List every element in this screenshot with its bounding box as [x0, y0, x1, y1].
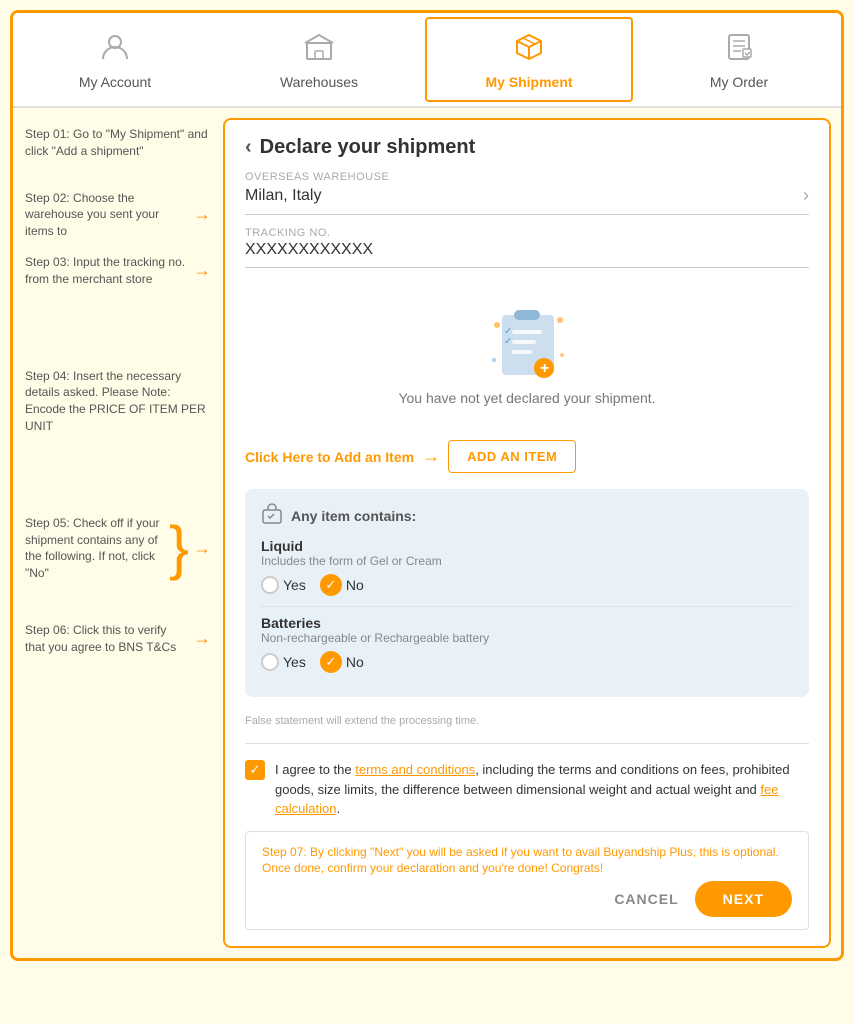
step05-text: Step 05: Check off if your shipment cont… — [25, 515, 165, 582]
tnc-row: ✓ I agree to the terms and conditions, i… — [245, 760, 809, 819]
step01-text: Step 01: Go to "My Shipment" and click "… — [25, 126, 211, 160]
items-contains-box: Any item contains: Liquid Includes the f… — [245, 489, 809, 697]
step01-block: Step 01: Go to "My Shipment" and click "… — [25, 126, 211, 160]
nav-warehouses-label: Warehouses — [280, 74, 358, 90]
batteries-radio-row: Yes ✓ No — [261, 651, 793, 673]
warehouse-icon — [303, 31, 335, 70]
outer-container: My Account Warehouses My Sh — [10, 10, 844, 961]
svg-text:+: + — [540, 360, 549, 377]
false-statement-text: False statement will extend the processi… — [245, 715, 809, 727]
tracking-label: TRACKING NO. — [245, 227, 809, 239]
batteries-no-label: No — [346, 654, 364, 670]
items-contains-header: Any item contains: — [261, 503, 793, 528]
step04-text: Step 04: Insert the necessary details as… — [25, 368, 211, 435]
step03-text: Step 03: Input the tracking no. from the… — [25, 254, 189, 288]
bottom-section: Step 07: By clicking "Next" you will be … — [245, 831, 809, 931]
nav-shipment-label: My Shipment — [485, 74, 572, 90]
content-panel: ‹ Declare your shipment OVERSEAS WAREHOU… — [223, 118, 831, 948]
step05-block: Step 05: Check off if your shipment cont… — [25, 515, 211, 582]
batteries-yes-option[interactable]: Yes — [261, 653, 306, 671]
main-body: Step 01: Go to "My Shipment" and click "… — [13, 108, 841, 958]
sidebar: Step 01: Go to "My Shipment" and click "… — [13, 118, 223, 948]
liquid-desc: Includes the form of Gel or Cream — [261, 554, 793, 568]
tnc-link1[interactable]: terms and conditions — [355, 762, 475, 777]
batteries-desc: Non-rechargeable or Rechargeable battery — [261, 631, 793, 645]
top-nav: My Account Warehouses My Sh — [13, 13, 841, 108]
arrow-step02: → — [193, 202, 211, 227]
add-item-button[interactable]: ADD AN ITEM — [448, 440, 576, 473]
arrow-step03: → — [193, 258, 211, 283]
add-item-hint-text: Click Here to Add an Item — [245, 449, 414, 465]
step07-text: Step 07: By clicking "Next" you will be … — [262, 844, 792, 878]
account-icon — [99, 31, 131, 70]
empty-state-text: You have not yet declared your shipment. — [398, 390, 655, 406]
warehouse-label: OVERSEAS WAREHOUSE — [245, 171, 809, 183]
batteries-label: Batteries — [261, 615, 793, 631]
contains-header-text: Any item contains: — [291, 508, 416, 524]
arrow-step06: → — [193, 626, 211, 651]
batteries-yes-radio[interactable] — [261, 653, 279, 671]
page-title: Declare your shipment — [260, 136, 476, 159]
step06-text: Step 06: Click this to verify that you a… — [25, 622, 189, 656]
shipment-icon — [513, 31, 545, 70]
batteries-no-option[interactable]: ✓ No — [320, 651, 364, 673]
step02-text: Step 02: Choose the warehouse you sent y… — [25, 190, 189, 240]
next-button[interactable]: NEXT — [695, 881, 792, 917]
tracking-value: XXXXXXXXXXXX — [245, 241, 373, 259]
tnc-text: I agree to the terms and conditions, inc… — [275, 760, 809, 819]
tnc-text1: I agree to the — [275, 762, 355, 777]
arrow-step05: → — [193, 536, 211, 561]
step02-block: Step 02: Choose the warehouse you sent y… — [25, 190, 211, 240]
liquid-no-check[interactable]: ✓ — [320, 574, 342, 596]
tracking-field[interactable]: TRACKING NO. XXXXXXXXXXXX — [245, 227, 809, 268]
divider-tnc — [245, 743, 809, 744]
nav-my-account[interactable]: My Account — [13, 13, 217, 106]
warehouse-value: Milan, Italy — [245, 187, 321, 205]
cancel-button[interactable]: CANCEL — [614, 891, 678, 907]
add-item-hint-row: Click Here to Add an Item → ADD AN ITEM — [245, 440, 809, 473]
nav-my-shipment[interactable]: My Shipment — [425, 17, 633, 102]
page-header: ‹ Declare your shipment — [245, 136, 809, 159]
divider-liquid-batteries — [261, 606, 793, 607]
arrow-add-item: → — [422, 446, 440, 467]
step06-block: Step 06: Click this to verify that you a… — [25, 622, 211, 656]
liquid-radio-row: Yes ✓ No — [261, 574, 793, 596]
empty-state: ✓ ✓ + You have not yet declared your shi… — [245, 280, 809, 428]
box-icon — [261, 503, 283, 528]
liquid-block: Liquid Includes the form of Gel or Cream… — [261, 538, 793, 596]
batteries-no-check[interactable]: ✓ — [320, 651, 342, 673]
clipboard-illustration: ✓ ✓ + — [482, 300, 572, 390]
order-icon — [723, 31, 755, 70]
step04-block: Step 04: Insert the necessary details as… — [25, 368, 211, 435]
liquid-no-label: No — [346, 577, 364, 593]
batteries-block: Batteries Non-rechargeable or Rechargeab… — [261, 615, 793, 673]
nav-account-label: My Account — [79, 74, 151, 90]
chevron-right-icon: › — [803, 185, 809, 206]
back-arrow[interactable]: ‹ — [245, 136, 252, 159]
bottom-action-row: CANCEL NEXT — [262, 881, 792, 917]
tnc-text3: . — [336, 801, 340, 816]
warehouse-field[interactable]: OVERSEAS WAREHOUSE Milan, Italy › — [245, 171, 809, 215]
liquid-yes-option[interactable]: Yes — [261, 576, 306, 594]
liquid-yes-radio[interactable] — [261, 576, 279, 594]
liquid-label: Liquid — [261, 538, 793, 554]
bracket-icon: } — [169, 518, 189, 578]
step03-block: Step 03: Input the tracking no. from the… — [25, 254, 211, 288]
nav-warehouses[interactable]: Warehouses — [217, 13, 421, 106]
nav-order-label: My Order — [710, 74, 768, 90]
nav-my-order[interactable]: My Order — [637, 13, 841, 106]
svg-text:✓: ✓ — [504, 336, 512, 347]
tnc-checkbox[interactable]: ✓ — [245, 760, 265, 780]
batteries-yes-label: Yes — [283, 654, 306, 670]
liquid-no-option[interactable]: ✓ No — [320, 574, 364, 596]
liquid-yes-label: Yes — [283, 577, 306, 593]
